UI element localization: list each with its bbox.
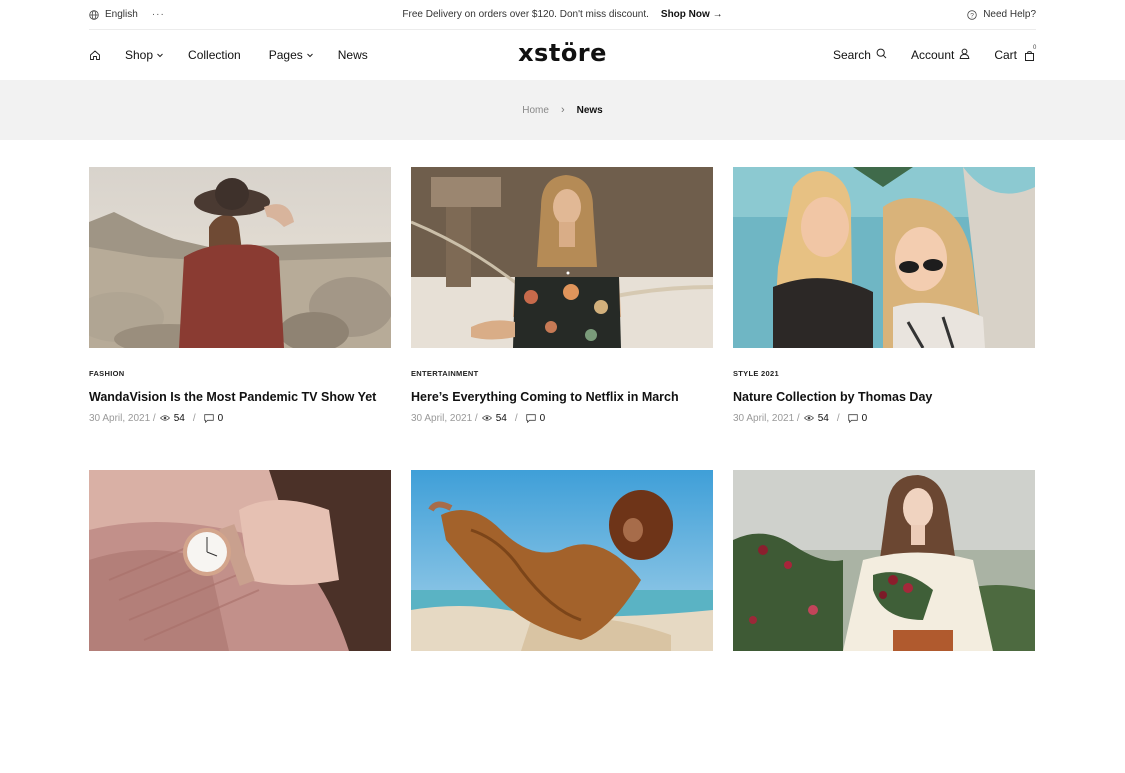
nav-item-shop[interactable]: Shop: [125, 48, 164, 62]
question-circle-icon: ?: [967, 9, 977, 20]
post-image[interactable]: [733, 167, 1035, 348]
shop-now-label: Shop Now: [660, 9, 710, 20]
post-title[interactable]: Here’s Everything Coming to Netflix in M…: [411, 390, 713, 404]
nav-item-collection[interactable]: Collection: [188, 48, 241, 62]
nav-item-news[interactable]: News: [338, 48, 368, 62]
nav-item-label: Pages: [268, 48, 303, 62]
account-label: Account: [910, 48, 955, 62]
shop-now-link[interactable]: Shop Now →: [661, 9, 723, 20]
news-grid: FASHION WandaVision Is the Most Pandemic…: [89, 167, 1036, 773]
post-image[interactable]: [733, 470, 1035, 651]
comment-count[interactable]: 0: [540, 413, 546, 424]
site-header: Shop Collection Pages News xstöre Search…: [89, 31, 1036, 79]
site-logo[interactable]: xstöre: [518, 39, 607, 67]
breadcrumb-home-link[interactable]: Home: [522, 105, 549, 116]
post-category[interactable]: STYLE 2021: [733, 369, 1035, 378]
main-nav: Shop Collection Pages News: [89, 48, 368, 62]
cart-count-badge: 0: [1033, 45, 1037, 51]
post-category[interactable]: ENTERTAINMENT: [411, 369, 713, 378]
nav-item-label: News: [337, 48, 368, 62]
post-image[interactable]: [89, 470, 391, 651]
post-image[interactable]: [411, 167, 713, 348]
post-image[interactable]: [89, 167, 391, 348]
nav-item-label: Shop: [125, 48, 154, 62]
promo-message: Free Delivery on orders over $120. Don't…: [402, 9, 722, 20]
search-button[interactable]: Search: [833, 48, 887, 62]
breadcrumb: Home › News: [0, 80, 1125, 140]
meta-separator: /: [836, 413, 840, 424]
chevron-right-icon: ›: [560, 104, 565, 116]
post-meta: 30 April, 2021 / 54 / 0: [411, 413, 713, 424]
svg-text:?: ?: [970, 12, 974, 19]
meta-separator: /: [192, 413, 196, 424]
chevron-down-icon: [306, 48, 314, 62]
eye-icon: [803, 413, 814, 424]
header-actions: Search Account Cart 0: [833, 45, 1036, 62]
comment-icon: [203, 413, 214, 424]
post-card: FASHION WandaVision Is the Most Pandemic…: [89, 167, 391, 470]
post-title[interactable]: Nature Collection by Thomas Day: [733, 390, 1035, 404]
post-meta: 30 April, 2021 / 54 / 0: [733, 413, 1035, 424]
nav-item-pages[interactable]: Pages: [269, 48, 314, 62]
cart-button[interactable]: Cart 0: [994, 45, 1036, 62]
comment-icon: [525, 413, 536, 424]
help-link[interactable]: ? Need Help?: [967, 9, 1036, 20]
breadcrumb-current: News: [576, 104, 603, 116]
cart-label: Cart: [994, 48, 1017, 62]
post-card: [89, 470, 391, 773]
post-date: 30 April, 2021 /: [89, 413, 156, 424]
post-title[interactable]: WandaVision Is the Most Pandemic TV Show…: [89, 390, 391, 404]
comment-icon: [847, 413, 858, 424]
globe-icon: [89, 9, 99, 20]
account-button[interactable]: Account: [911, 48, 970, 62]
help-label: Need Help?: [983, 9, 1036, 20]
post-card: [411, 470, 713, 773]
post-meta: 30 April, 2021 / 54 / 0: [89, 413, 391, 424]
language-switcher[interactable]: English ···: [89, 9, 165, 20]
user-icon: [959, 48, 970, 62]
nav-item-label: Collection: [188, 48, 241, 62]
post-image[interactable]: [411, 470, 713, 651]
post-category[interactable]: FASHION: [89, 369, 391, 378]
view-count: 54: [495, 413, 507, 424]
home-icon[interactable]: [89, 49, 101, 61]
shopping-bag-icon: 0: [1024, 45, 1036, 61]
announcement-text: Free Delivery on orders over $120. Don't…: [402, 9, 649, 20]
meta-separator: /: [514, 413, 518, 424]
more-options-button[interactable]: ···: [152, 9, 165, 20]
search-icon: [876, 48, 887, 62]
view-count: 54: [173, 413, 185, 424]
language-label: English: [105, 9, 138, 20]
eye-icon: [481, 413, 492, 424]
view-count: 54: [817, 413, 829, 424]
arrow-right-icon: →: [712, 9, 723, 20]
search-label: Search: [832, 48, 871, 62]
eye-icon: [159, 413, 170, 424]
announcement-bar: English ··· Free Delivery on orders over…: [89, 0, 1036, 30]
post-card: STYLE 2021 Nature Collection by Thomas D…: [733, 167, 1035, 470]
post-card: [733, 470, 1035, 773]
comment-count[interactable]: 0: [218, 413, 224, 424]
post-card: ENTERTAINMENT Here’s Everything Coming t…: [411, 167, 713, 470]
post-date: 30 April, 2021 /: [411, 413, 478, 424]
chevron-down-icon: [156, 48, 164, 62]
post-date: 30 April, 2021 /: [733, 413, 800, 424]
comment-count[interactable]: 0: [862, 413, 868, 424]
